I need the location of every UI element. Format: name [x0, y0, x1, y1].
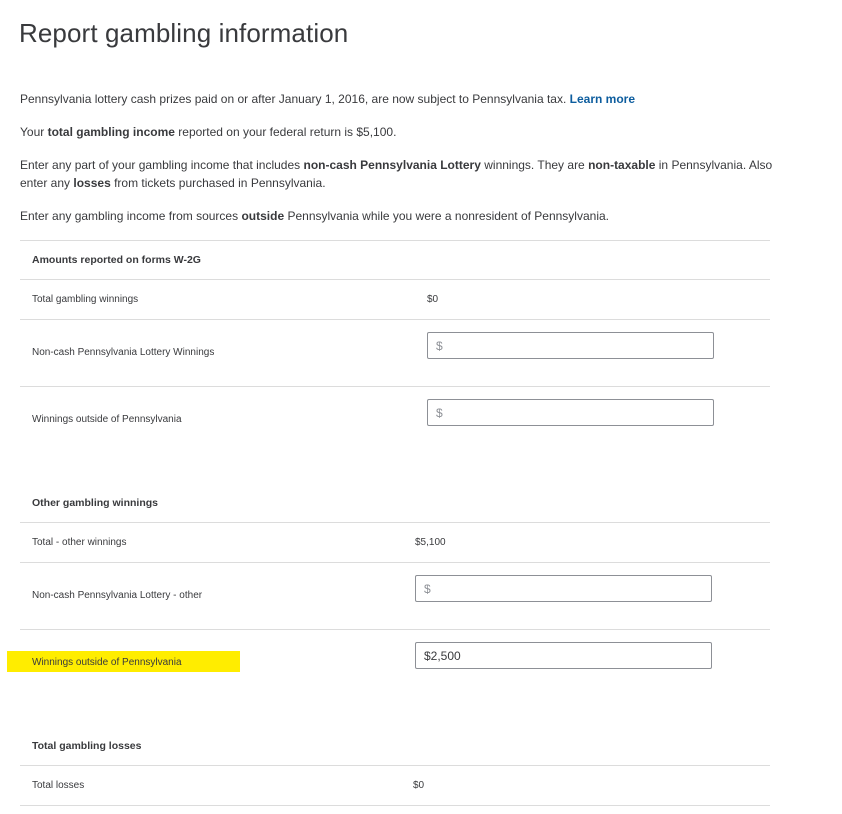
divider	[20, 629, 770, 630]
other-outside-label: Winnings outside of Pennsylvania	[32, 657, 182, 668]
intro-noncash-bold-c: losses	[73, 176, 111, 190]
intro-paragraph-noncash: Enter any part of your gambling income t…	[20, 156, 780, 192]
intro-noncash-text-d: from tickets purchased in Pennsylvania.	[114, 176, 326, 190]
other-total-label: Total - other winnings	[32, 537, 127, 548]
intro-noncash-bold-a: non-cash Pennsylvania Lottery	[303, 158, 481, 172]
w2g-outside-input[interactable]	[427, 399, 714, 426]
other-outside-input[interactable]	[415, 642, 712, 669]
w2g-noncash-input[interactable]	[427, 332, 714, 359]
losses-total-value: $0	[413, 780, 425, 791]
intro-outside-text-a: Enter any gambling income from sources	[20, 209, 239, 223]
other-noncash-input[interactable]	[415, 575, 712, 602]
learn-more-link[interactable]: Learn more	[570, 92, 635, 106]
intro-total-text-b: reported on your federal return is $5,10…	[178, 125, 397, 139]
intro-lottery-text: Pennsylvania lottery cash prizes paid on…	[20, 92, 567, 106]
w2g-section-title: Amounts reported on forms W-2G	[32, 254, 201, 266]
other-total-value: $5,100	[415, 537, 446, 548]
intro-outside-text-b: Pennsylvania while you were a nonresiden…	[287, 209, 609, 223]
divider	[20, 386, 770, 387]
other-noncash-label: Non-cash Pennsylvania Lottery - other	[32, 590, 203, 601]
divider	[20, 279, 770, 280]
w2g-noncash-label: Non-cash Pennsylvania Lottery Winnings	[32, 347, 215, 358]
intro-paragraph-outside: Enter any gambling income from sources o…	[20, 207, 780, 225]
other-section-title: Other gambling winnings	[32, 497, 158, 509]
intro-noncash-text-b: winnings. They are	[484, 158, 585, 172]
w2g-outside-label: Winnings outside of Pennsylvania	[32, 414, 182, 425]
losses-total-label: Total losses	[32, 780, 85, 791]
intro-total-bold: total gambling income	[47, 125, 175, 139]
divider	[20, 562, 770, 563]
intro-noncash-text-a: Enter any part of your gambling income t…	[20, 158, 301, 172]
intro-total-text-a: Your	[20, 125, 45, 139]
divider	[20, 522, 770, 523]
losses-section-title: Total gambling losses	[32, 740, 142, 752]
divider	[20, 240, 770, 241]
intro-noncash-bold-b: non-taxable	[588, 158, 656, 172]
w2g-total-value: $0	[427, 294, 439, 305]
divider	[20, 319, 770, 320]
divider	[20, 765, 770, 766]
page-title: Report gambling information	[19, 18, 349, 48]
w2g-total-label: Total gambling winnings	[32, 294, 139, 305]
intro-paragraph-lottery: Pennsylvania lottery cash prizes paid on…	[20, 90, 780, 108]
intro-outside-bold: outside	[241, 209, 285, 223]
divider	[20, 805, 770, 806]
intro-paragraph-total: Your total gambling income reported on y…	[20, 123, 780, 141]
